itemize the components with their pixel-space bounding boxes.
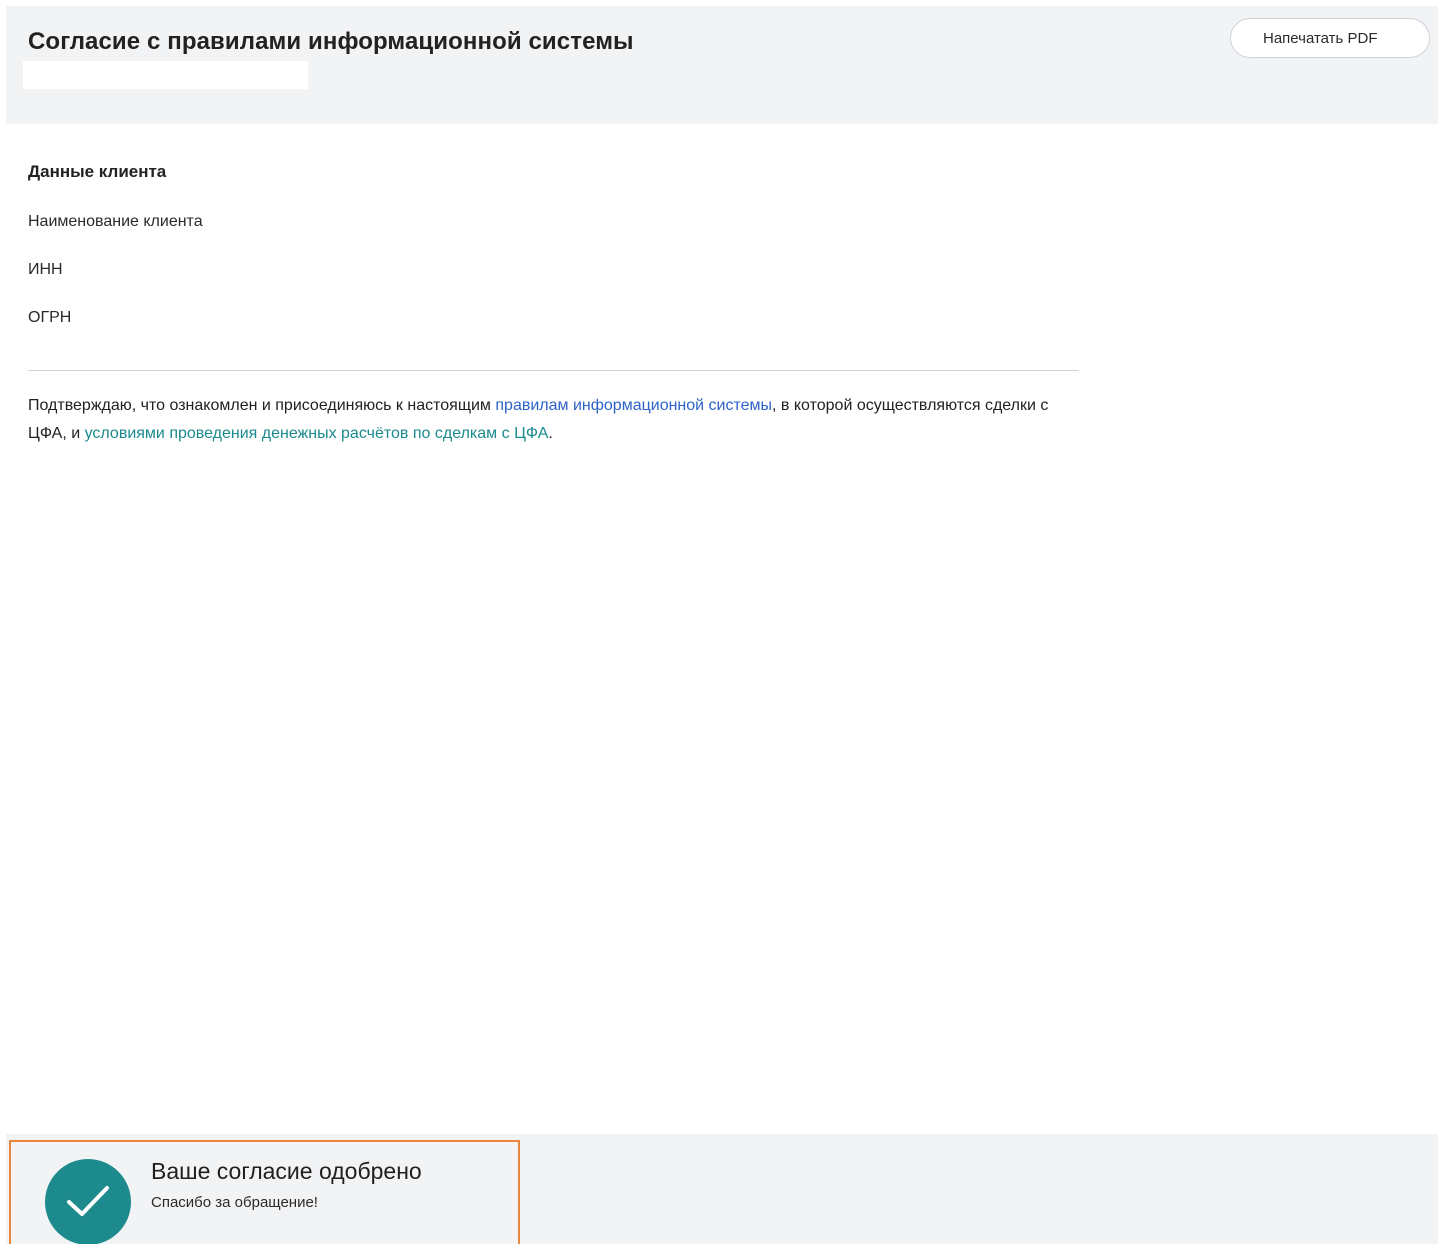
redacted-subtitle [23, 61, 308, 89]
page-header: Согласие с правилами информационной сист… [6, 6, 1438, 124]
success-title: Ваше согласие одобрено [151, 1158, 422, 1184]
consent-text-before: Подтверждаю, что ознакомлен и присоединя… [28, 397, 496, 414]
inn-label: ИНН [28, 261, 63, 278]
ogrn-label: ОГРН [28, 309, 72, 326]
consent-text-after: . [548, 425, 553, 442]
client-data-section: Данные клиента Наименование клиента ИНН … [28, 160, 1080, 354]
success-notification: Ваше согласие одобрено Спасибо за обраще… [9, 1140, 520, 1244]
checkmark-icon [45, 1159, 131, 1244]
settlement-conditions-link[interactable]: условиями проведения денежных расчётов п… [85, 425, 549, 442]
consent-page: Согласие с правилами информационной сист… [0, 0, 1438, 1244]
success-subtitle: Спасибо за обращение! [151, 1194, 318, 1211]
divider [28, 370, 1079, 371]
client-name-label: Наименование клиента [28, 213, 203, 230]
section-title: Данные клиента [28, 162, 167, 181]
print-pdf-button[interactable]: Напечатать PDF [1230, 18, 1430, 58]
rules-link[interactable]: правилам информационной системы [495, 397, 772, 414]
consent-statement: Подтверждаю, что ознакомлен и присоединя… [28, 392, 1078, 448]
page-title: Согласие с правилами информационной сист… [28, 28, 634, 55]
